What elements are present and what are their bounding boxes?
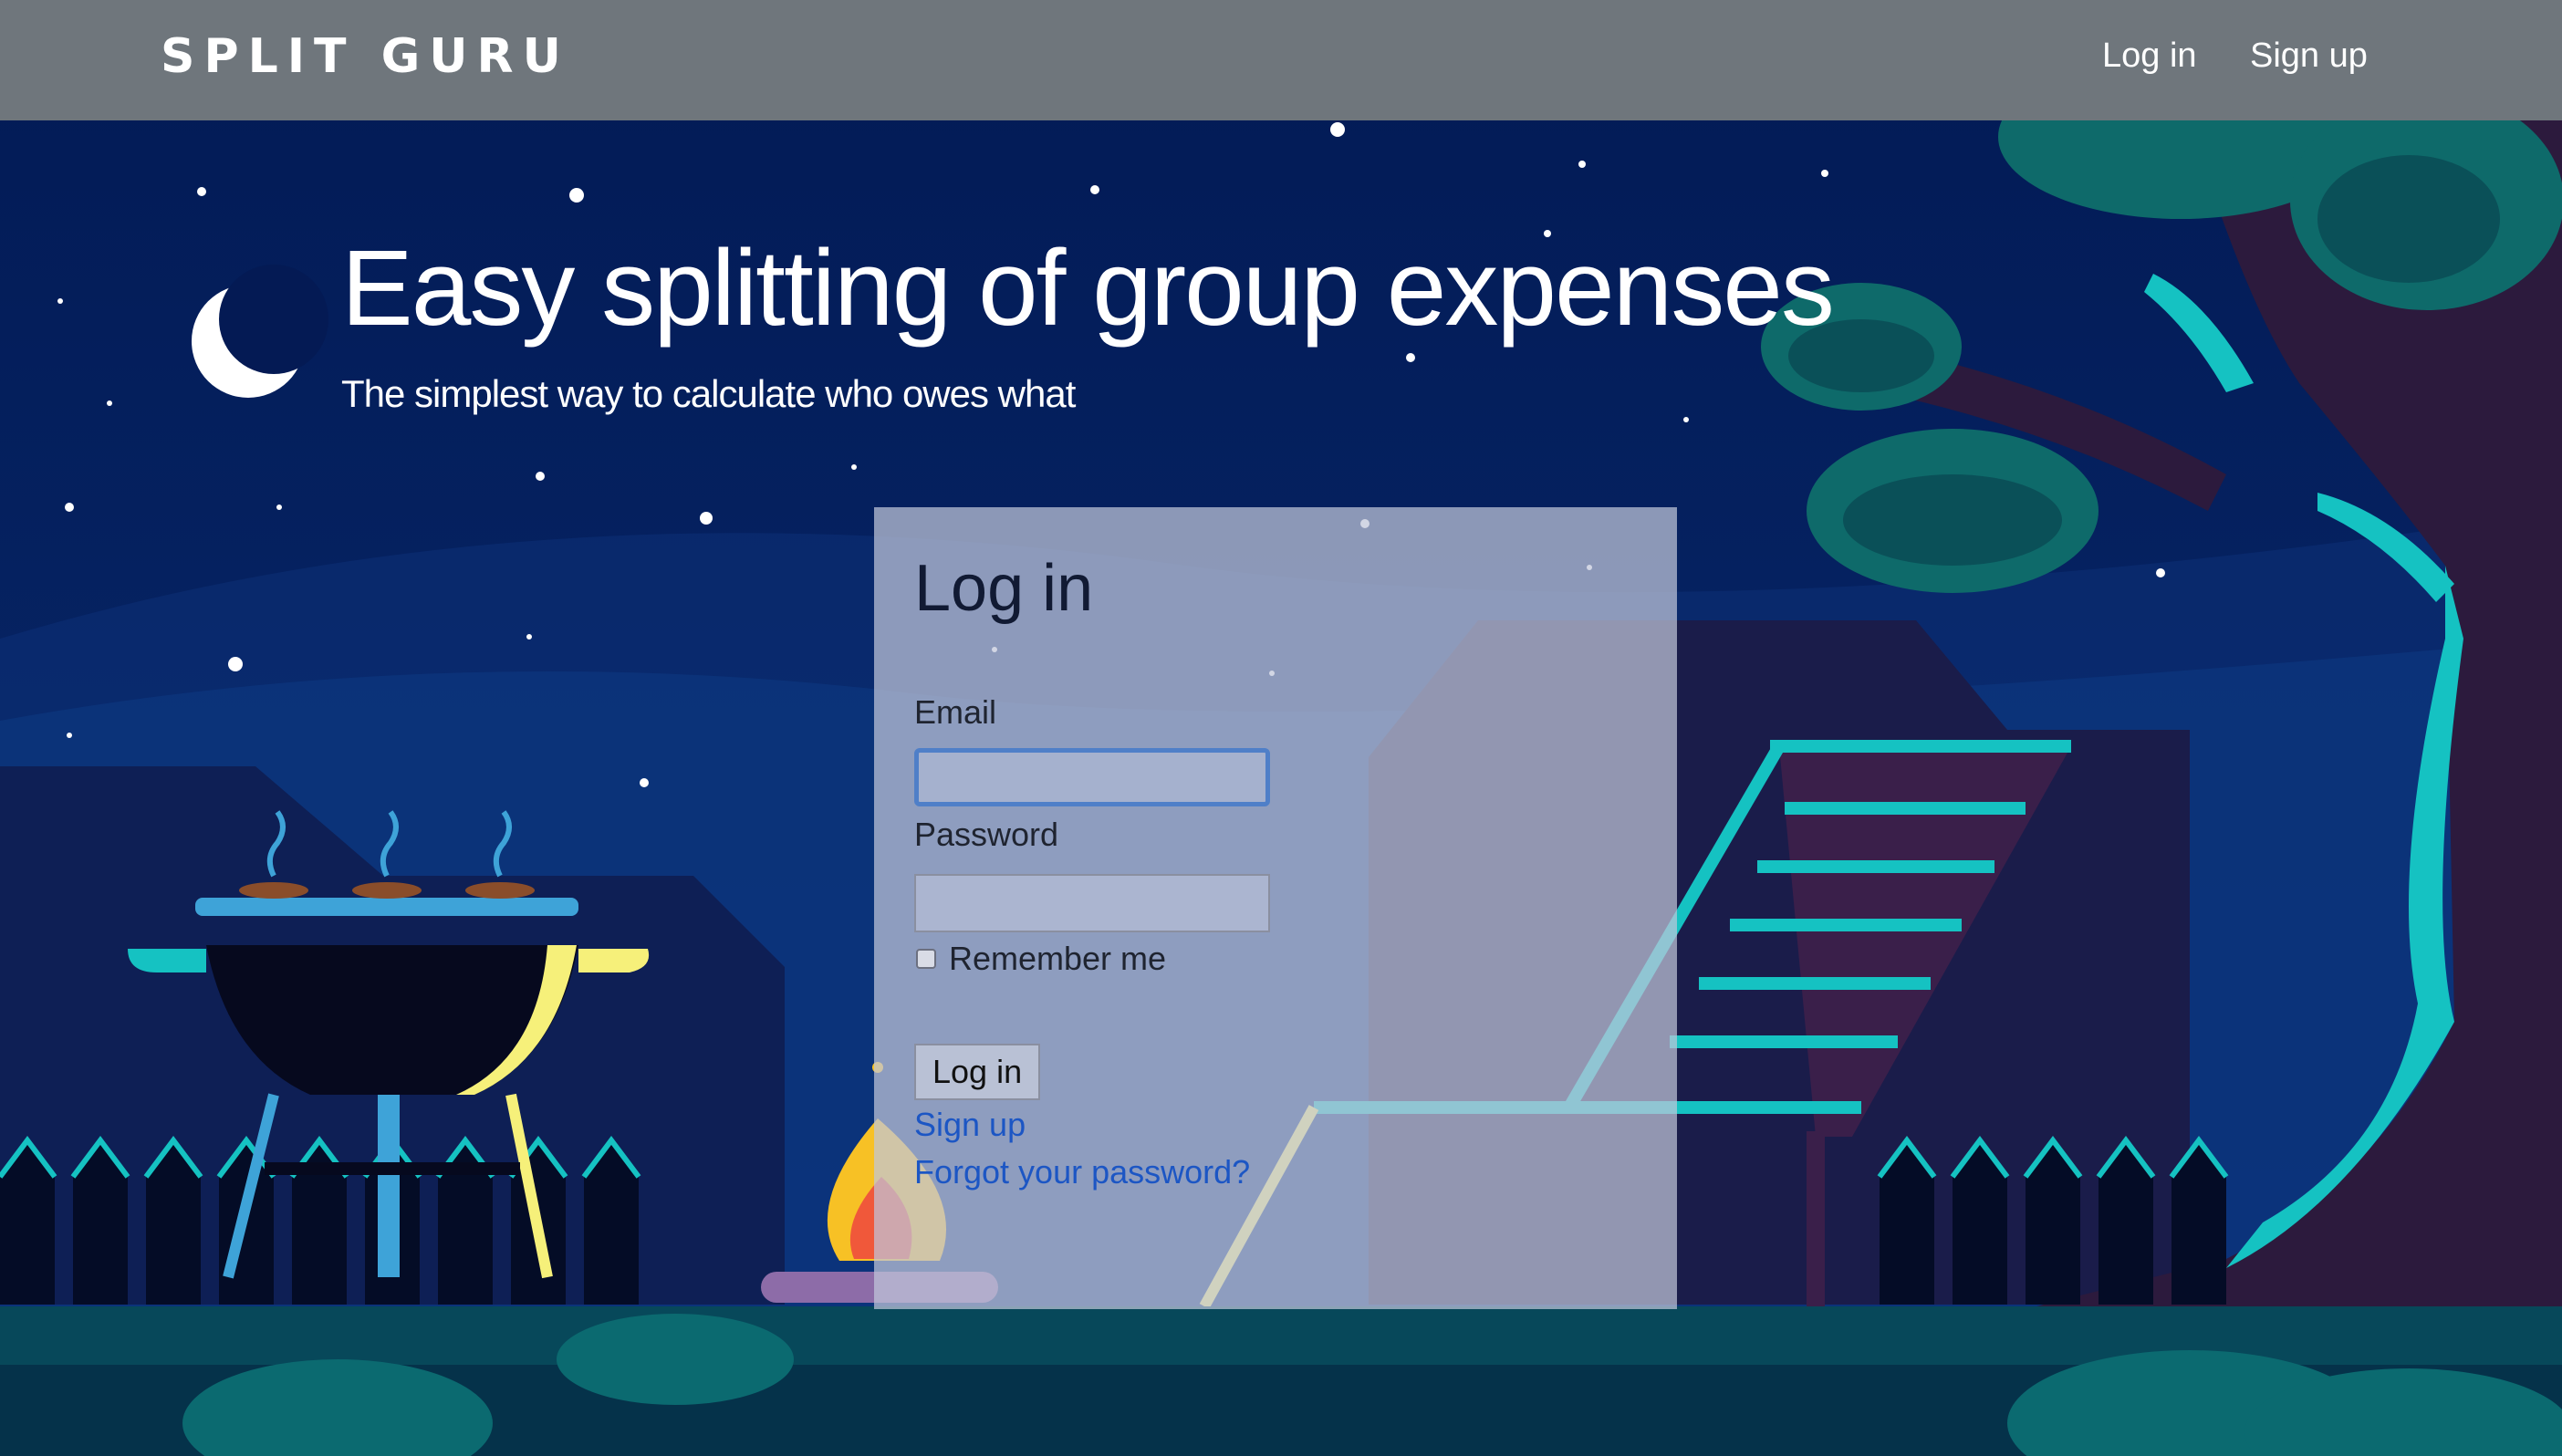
hero-subtitle: The simplest way to calculate who owes w… bbox=[341, 372, 1076, 415]
nav-signup-link[interactable]: Sign up bbox=[2250, 36, 2368, 76]
remember-me-checkbox[interactable] bbox=[916, 949, 936, 969]
email-field[interactable] bbox=[914, 748, 1270, 806]
signup-link[interactable]: Sign up bbox=[914, 1106, 1026, 1144]
password-field[interactable] bbox=[914, 874, 1270, 932]
login-submit-button[interactable]: Log in bbox=[914, 1044, 1041, 1100]
brand-logo[interactable]: SPLIT GURU bbox=[161, 29, 570, 84]
login-title: Log in bbox=[914, 552, 1094, 625]
password-label: Password bbox=[914, 816, 1059, 853]
remember-me-row: Remember me bbox=[914, 936, 1166, 982]
login-panel: Log in Email Password Remember me Log in… bbox=[874, 507, 1677, 1309]
remember-me-label: Remember me bbox=[949, 940, 1167, 977]
email-label: Email bbox=[914, 693, 997, 731]
nav-login-link[interactable]: Log in bbox=[2102, 36, 2197, 76]
forgot-password-link[interactable]: Forgot your password? bbox=[914, 1153, 1250, 1191]
hero-title: Easy splitting of group expenses bbox=[341, 228, 1835, 348]
top-navbar: SPLIT GURU Log in Sign up bbox=[0, 0, 2562, 120]
